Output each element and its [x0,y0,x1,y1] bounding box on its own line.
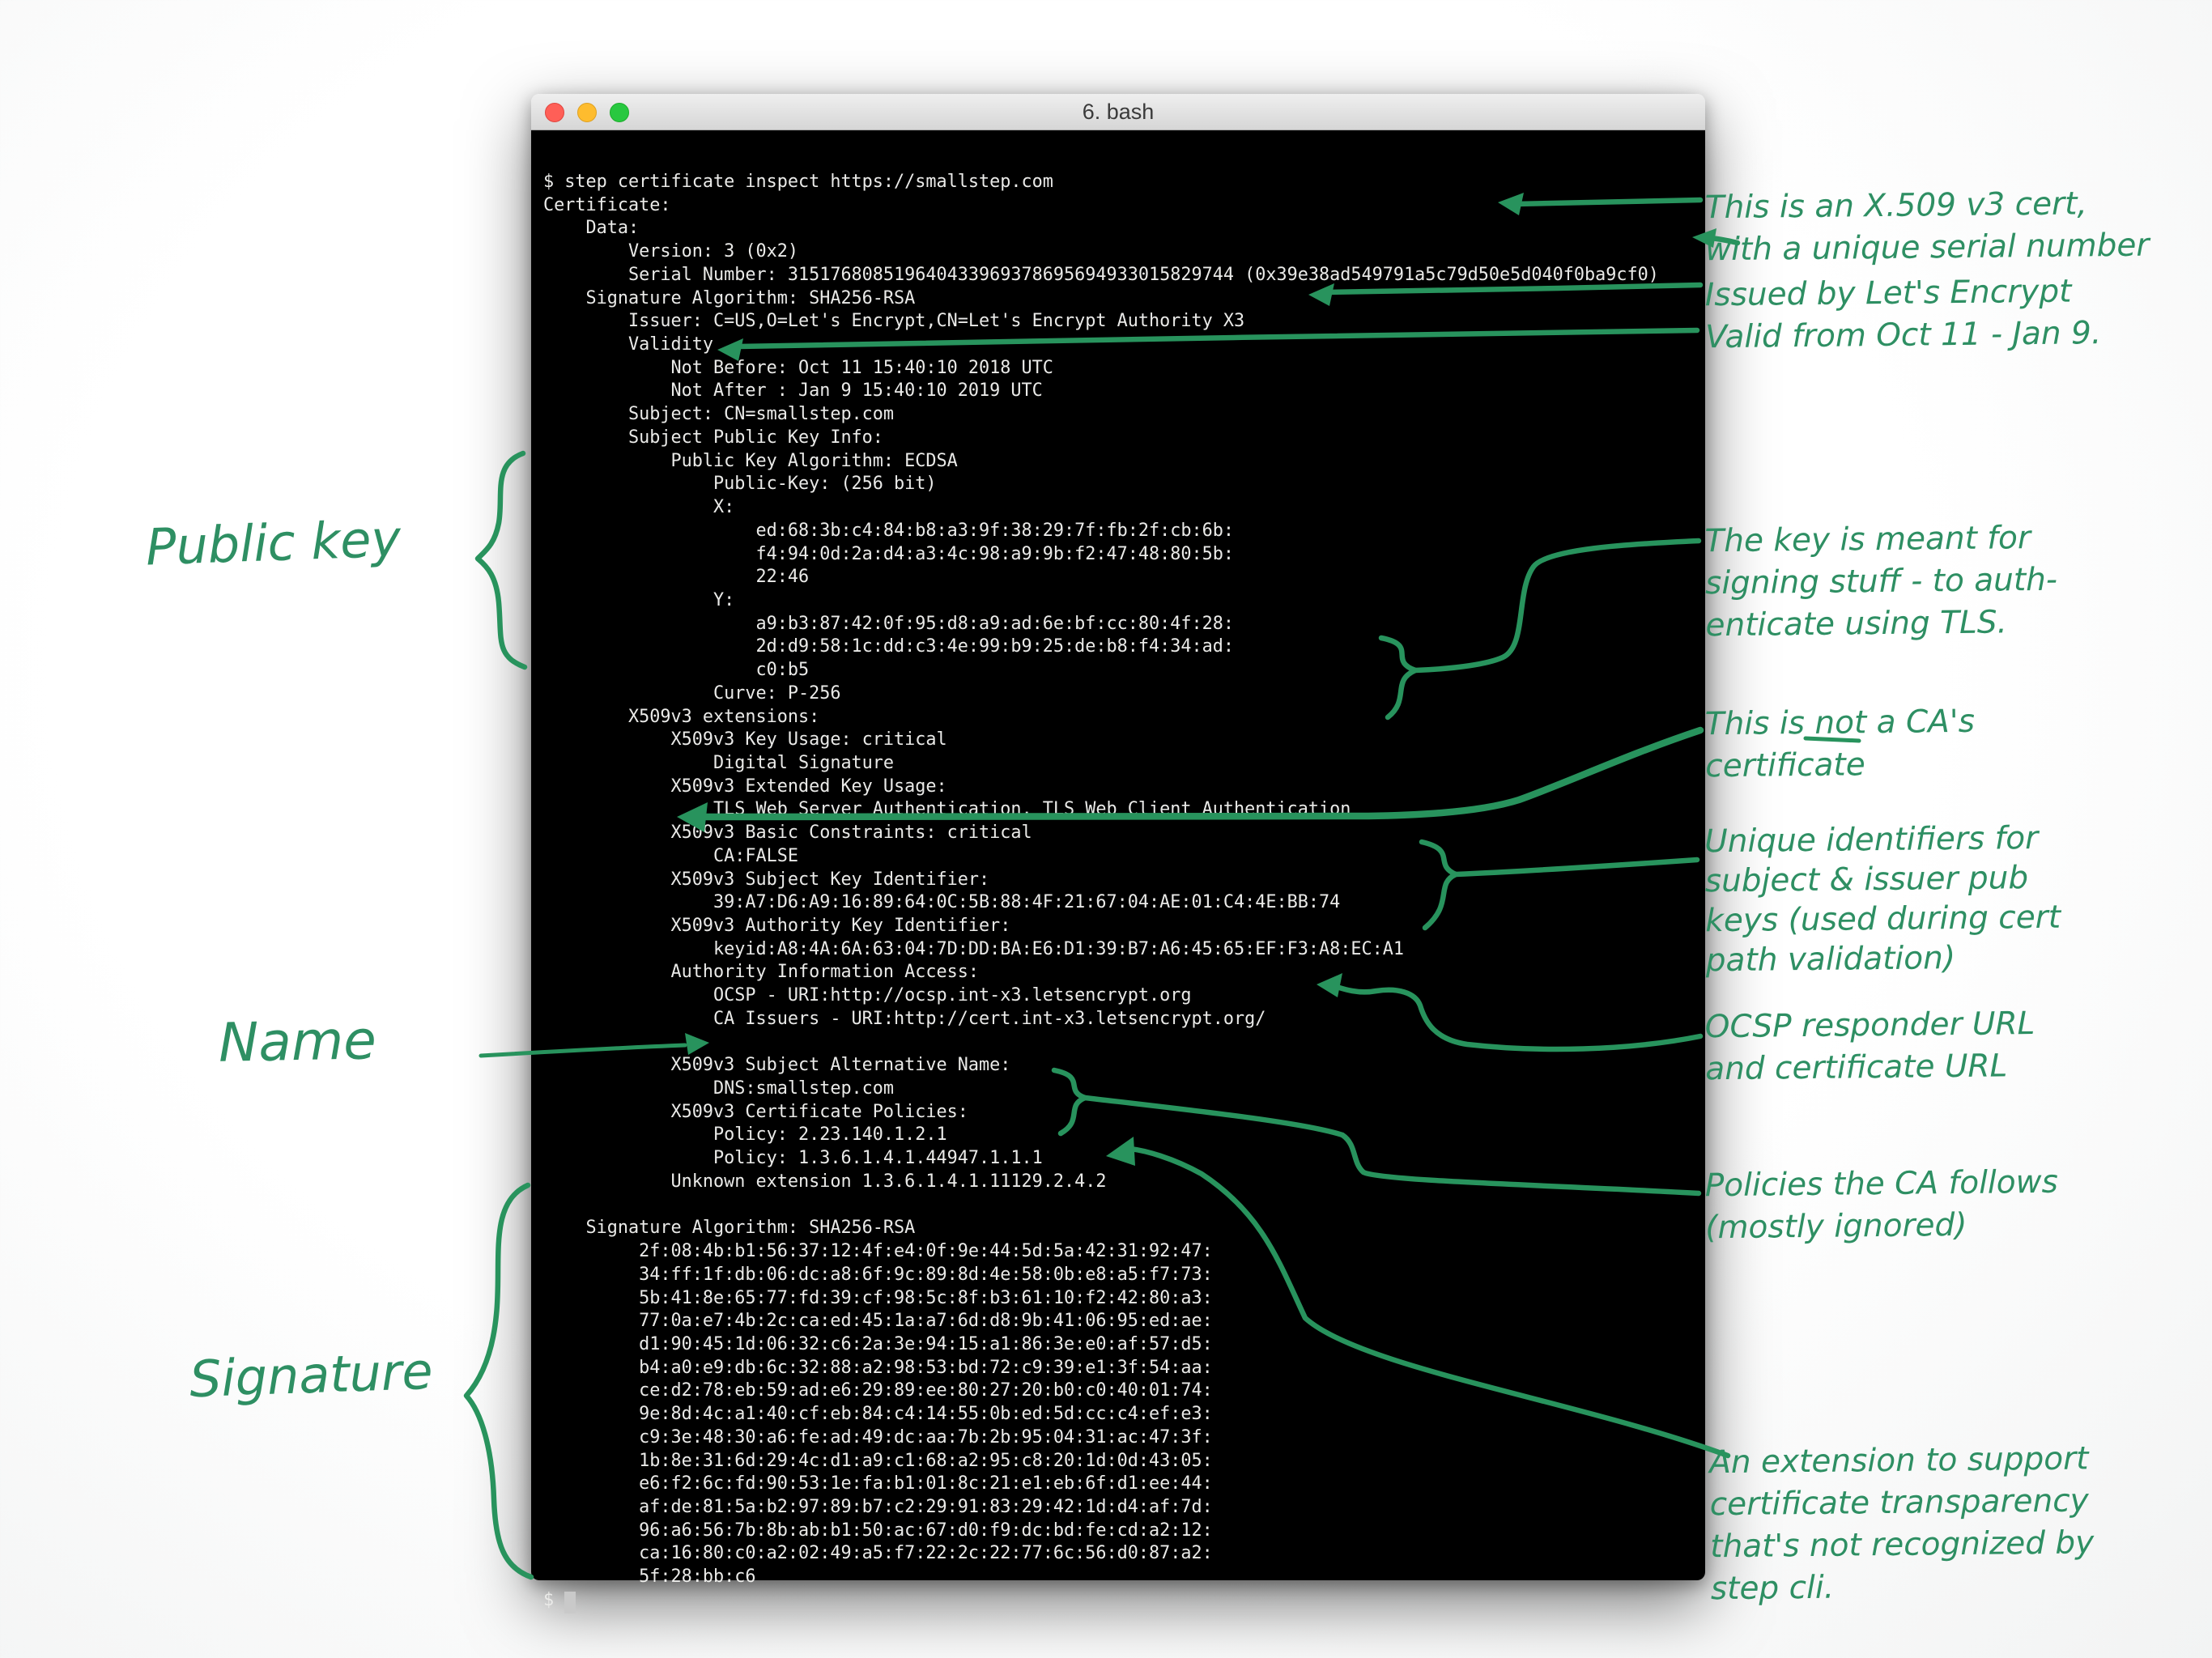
annotation-key-identifiers: Unique identifiers for subject & issuer … [1704,817,2212,981]
annotation-not-ca: This is not a CA's certificate [1704,699,2211,789]
terminal-screen[interactable]: $ step certificate inspect https://small… [531,130,1705,1580]
annotation-key-usage: The key is meant for signing stuff - to … [1704,516,2212,648]
terminal-window: 6. bash $ step certificate inspect https… [531,94,1705,1580]
annotation-signature-label: Signature [189,1343,434,1408]
signature-brace [466,1185,531,1577]
annotation-name-label: Name [218,1012,376,1071]
annotation-version-serial: This is an X.509 v3 cert, with a unique … [1704,182,2211,272]
annotation-public-key-label: Public key [145,511,402,576]
window-titlebar[interactable]: 6. bash [531,94,1705,130]
terminal-cursor [564,1592,576,1613]
annotation-ct-extension: An extension to support certificate tran… [1709,1437,2212,1611]
terminal-output: $ step certificate inspect https://small… [543,171,1659,1613]
window-title: 6. bash [531,94,1705,130]
public-key-brace [478,453,525,667]
annotation-ocsp: OCSP responder URL and certificate URL [1704,1001,2211,1091]
annotation-policies: Policies the CA follows (mostly ignored) [1704,1160,2211,1250]
annotation-issuer-validity: Issued by Let's Encrypt Valid from Oct 1… [1704,270,2211,359]
